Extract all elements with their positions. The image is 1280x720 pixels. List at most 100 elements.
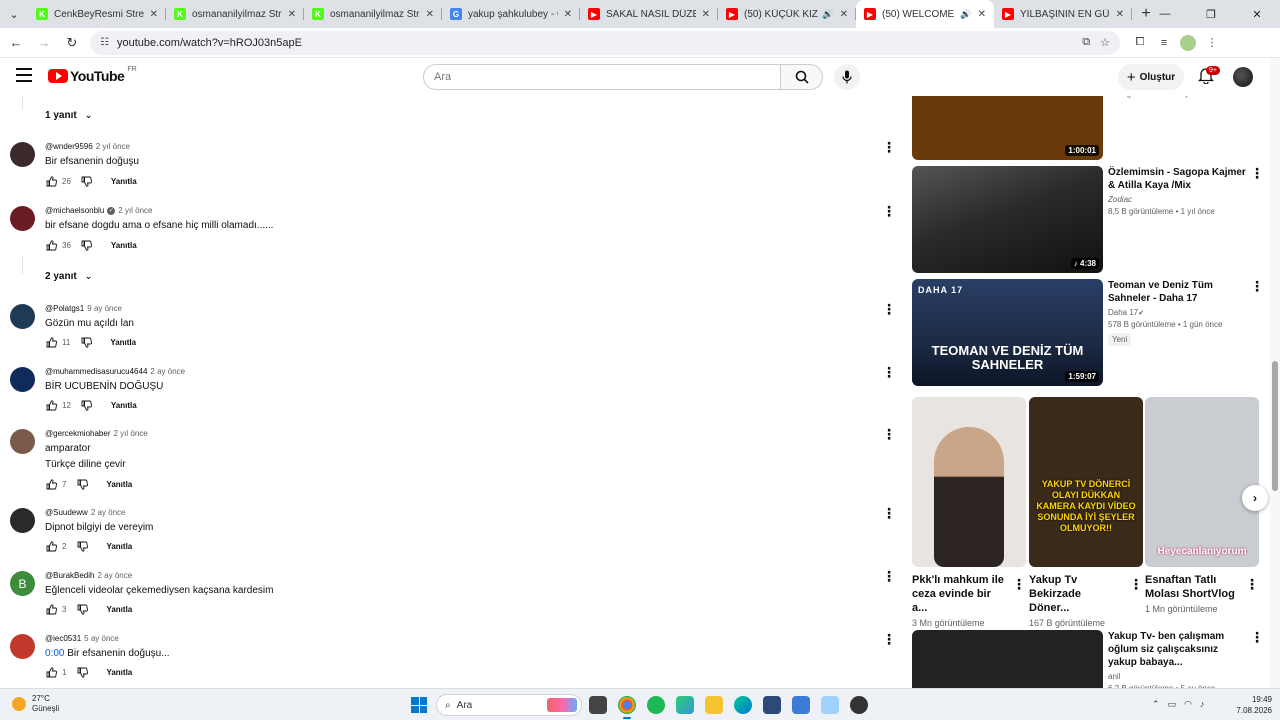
scrollbar-thumb[interactable] (1272, 361, 1278, 491)
minimize-icon[interactable]: — (1142, 0, 1188, 28)
reply-button[interactable]: Yanıtla (111, 401, 137, 410)
wifi-icon[interactable]: ◠ (1184, 699, 1192, 710)
comment-author[interactable]: @gercekmiohaber (45, 429, 110, 438)
comment-more-icon[interactable]: ⋮ (882, 427, 896, 441)
video-thumbnail[interactable]: DAHA 17 TEOMAN VE DENİZ TÜM SAHNELER 1:59:… (912, 279, 1103, 386)
comment-more-icon[interactable]: ⋮ (882, 204, 896, 218)
reply-button[interactable]: Yanıtla (106, 480, 132, 489)
comment-author[interactable]: @michaelsonblu (45, 206, 104, 215)
chrome-icon[interactable] (618, 696, 636, 719)
thumbs-down-icon[interactable] (81, 239, 93, 251)
close-tab-icon[interactable]: ✕ (150, 9, 158, 20)
short-more-icon[interactable]: ⋮ (1245, 577, 1259, 591)
copilot-icon[interactable] (676, 696, 694, 714)
tab-search-menu-icon[interactable]: ⌄ (0, 0, 28, 28)
page-scrollbar[interactable] (1270, 58, 1280, 688)
thumbs-up-icon[interactable] (45, 478, 57, 490)
thumbs-up-icon[interactable] (45, 336, 57, 348)
thumbs-down-icon[interactable] (76, 540, 88, 552)
comment-more-icon[interactable]: ⋮ (882, 302, 896, 316)
comment-time[interactable]: 2 yıl önce (113, 429, 147, 438)
reload-icon[interactable]: ↻ (60, 31, 84, 55)
thumbs-up-icon[interactable] (45, 603, 57, 615)
clock[interactable]: 19:49 7.08.2026 (1228, 694, 1272, 716)
short-item[interactable]: YAKUP TV DÖNERCİ OLAYI DÜKKAN KAMERA KAY… (1029, 397, 1143, 628)
store-icon[interactable] (763, 696, 781, 714)
short-title[interactable]: Pkk'lı mahkum ile ceza evinde bir a... (912, 573, 1007, 615)
task-view-icon[interactable] (589, 696, 607, 714)
browser-tab[interactable]: ▶ YILBAŞININ EN GÜZEL KUT ✕ (994, 0, 1132, 28)
video-more-icon[interactable]: ⋮ (1250, 166, 1264, 180)
close-tab-icon[interactable]: ✕ (702, 9, 710, 20)
language-icon[interactable]: ▭ (1168, 699, 1177, 710)
commenter-avatar[interactable] (10, 634, 35, 659)
speaker-icon[interactable]: 🔊 (960, 9, 971, 20)
thumbs-down-icon[interactable] (76, 478, 88, 490)
weather-widget[interactable]: 27°C Güneşli (12, 694, 59, 714)
comment-author[interactable]: @wnder9596 (45, 142, 93, 151)
back-icon[interactable]: ← (4, 31, 28, 55)
commenter-avatar[interactable] (10, 429, 35, 454)
volume-icon[interactable]: ♪ (1200, 699, 1205, 710)
comment-time[interactable]: 2 yıl önce (96, 142, 130, 151)
cast-icon[interactable]: ⧉ (1082, 36, 1090, 49)
thumbs-down-icon[interactable] (81, 175, 93, 187)
document-icon[interactable] (821, 696, 839, 714)
url-text[interactable]: youtube.com/watch?v=hROJ03n5apE (117, 37, 1072, 49)
start-button[interactable] (411, 697, 427, 713)
short-thumbnail[interactable]: Heyecanlanıyorum (1145, 397, 1259, 567)
reply-button[interactable]: Yanıtla (111, 241, 137, 250)
video-thumbnail[interactable]: ♪ 4:38 (912, 166, 1103, 273)
youtube-logo[interactable]: YouTube FR (48, 66, 137, 84)
channel-name[interactable]: Zodiac (1108, 195, 1248, 204)
comment-more-icon[interactable]: ⋮ (882, 506, 896, 520)
commenter-avatar[interactable] (10, 304, 35, 329)
site-info-icon[interactable]: ☷ (100, 37, 109, 48)
comment-author[interactable]: @iec0531 (45, 634, 81, 643)
forward-icon[interactable]: → (32, 31, 56, 55)
browser-tab[interactable]: K CenkBeyResmi Stream - Y ✕ (28, 0, 166, 28)
comment-time[interactable]: 2 ay önce (97, 571, 132, 580)
video-more-icon[interactable]: ⋮ (1250, 630, 1264, 644)
comment-time[interactable]: 9 ay önce (87, 304, 122, 313)
comment-more-icon[interactable]: ⋮ (882, 569, 896, 583)
video-title[interactable]: Teoman ve Deniz Tüm Sahneler - Daha 17 (1108, 279, 1248, 305)
mail-icon[interactable] (792, 696, 810, 714)
commenter-avatar[interactable] (10, 206, 35, 231)
edge-icon[interactable] (734, 696, 752, 714)
search-input[interactable]: Ara (423, 64, 781, 90)
channel-name[interactable]: anil (1108, 672, 1248, 681)
close-tab-icon[interactable]: ✕ (978, 9, 986, 20)
comment-author[interactable]: @BurakBedih (45, 571, 94, 580)
browser-tab[interactable]: Kosmananilyilmaz Stream ✕ (304, 0, 442, 28)
thumbs-up-icon[interactable] (45, 399, 57, 411)
short-more-icon[interactable]: ⋮ (1129, 577, 1143, 591)
voice-search-button[interactable] (834, 64, 860, 90)
browser-tab[interactable]: Gyakup şahkulubey - Goog ✕ (442, 0, 580, 28)
browser-tab[interactable]: Kosmananilyilmaz Stream ✕ (166, 0, 304, 28)
omnibox[interactable]: ☷ youtube.com/watch?v=hROJ03n5apE ⧉ ☆ (90, 30, 1120, 55)
browser-tab[interactable]: ▶ SAKAL NASIL DÜZELTİLİR ✕ (580, 0, 718, 28)
comment-time[interactable]: 2 ay önce (150, 367, 185, 376)
comment-author[interactable]: @muhammedisasurucu4644 (45, 367, 147, 376)
file-explorer-icon[interactable] (705, 696, 723, 714)
close-tab-icon[interactable]: ✕ (564, 9, 572, 20)
comment-author[interactable]: @Polatgs1 (45, 304, 84, 313)
video-title[interactable]: Özlemimsin - Sagopa Kajmer & Atilla Kaya… (1108, 166, 1248, 192)
comment-author[interactable]: @Suudeww (45, 508, 88, 517)
browser-menu-icon[interactable]: ⋮ (1200, 36, 1224, 49)
thumbs-up-icon[interactable] (45, 540, 57, 552)
comment-more-icon[interactable]: ⋮ (882, 365, 896, 379)
short-thumbnail[interactable]: YAKUP TV DÖNERCİ OLAYI DÜKKAN KAMERA KAY… (1029, 397, 1143, 567)
maximize-icon[interactable]: ❐ (1188, 0, 1234, 28)
account-avatar[interactable] (1233, 67, 1253, 87)
thumbs-down-icon[interactable] (76, 603, 88, 615)
commenter-avatar[interactable]: B (10, 571, 35, 596)
reply-button[interactable]: Yanıtla (106, 668, 132, 677)
short-title[interactable]: Esnaftan Tatlı Molası ShortVlog (1145, 573, 1240, 601)
timestamp-link[interactable]: 0:00 (45, 648, 64, 659)
comment-time[interactable]: 2 yıl önce (118, 206, 152, 215)
browser-tab[interactable]: ▶ (50) WELCOME TO JA🔊 ✕ (856, 0, 994, 28)
reply-button[interactable]: Yanıtla (106, 542, 132, 551)
media-controls-icon[interactable]: ≡ (1152, 37, 1176, 49)
